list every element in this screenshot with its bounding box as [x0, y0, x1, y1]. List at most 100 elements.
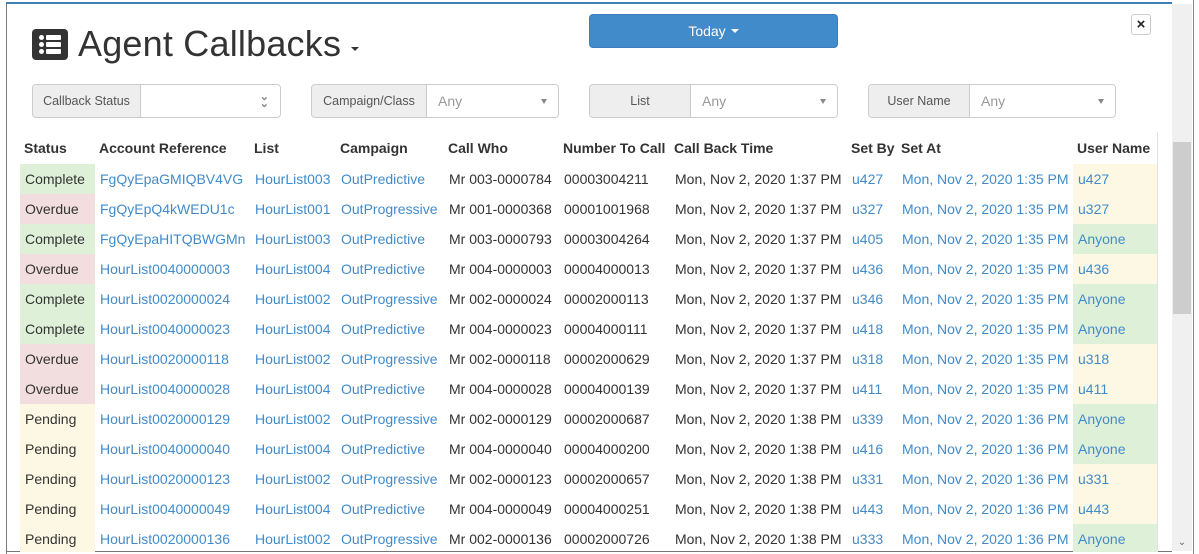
- cell-account-reference[interactable]: HourList0040000028: [95, 374, 250, 404]
- cell-campaign[interactable]: OutPredictive: [336, 254, 444, 284]
- cell-account-reference[interactable]: HourList0040000023: [95, 314, 250, 344]
- cell-campaign[interactable]: OutPredictive: [336, 374, 444, 404]
- cell-set-at[interactable]: Mon, Nov 2, 2020 1:35 PM: [897, 344, 1073, 374]
- cell-account-reference[interactable]: FgQyEpaHITQBWGMn: [95, 224, 250, 254]
- cell-campaign[interactable]: OutProgressive: [336, 524, 444, 552]
- cell-set-by[interactable]: u416: [847, 434, 897, 464]
- cell-set-by[interactable]: u339: [847, 404, 897, 434]
- column-header-number-to-call[interactable]: Number To Call: [559, 132, 670, 164]
- cell-account-reference[interactable]: HourList0020000129: [95, 404, 250, 434]
- callback-status-select[interactable]: ⌄ ⌄: [141, 85, 280, 117]
- table-row[interactable]: Pending HourList0020000136 HourList002 OutP…: [20, 524, 1158, 552]
- cell-set-at[interactable]: Mon, Nov 2, 2020 1:35 PM: [897, 374, 1073, 404]
- cell-list[interactable]: HourList004: [250, 494, 336, 524]
- cell-campaign[interactable]: OutProgressive: [336, 284, 444, 314]
- table-row[interactable]: Overdue HourList0040000003 HourList004 OutP…: [20, 254, 1158, 284]
- cell-campaign[interactable]: OutProgressive: [336, 464, 444, 494]
- cell-account-reference[interactable]: HourList0020000024: [95, 284, 250, 314]
- cell-set-by[interactable]: u436: [847, 254, 897, 284]
- cell-list[interactable]: HourList004: [250, 434, 336, 464]
- cell-set-at[interactable]: Mon, Nov 2, 2020 1:35 PM: [897, 254, 1073, 284]
- cell-user-name[interactable]: Anyone: [1073, 284, 1158, 314]
- cell-account-reference[interactable]: FgQyEpQ4kWEDU1c: [95, 194, 250, 224]
- cell-set-by[interactable]: u405: [847, 224, 897, 254]
- cell-set-by[interactable]: u331: [847, 464, 897, 494]
- cell-account-reference[interactable]: HourList0040000049: [95, 494, 250, 524]
- column-header-list[interactable]: List: [250, 132, 336, 164]
- column-header-campaign[interactable]: Campaign: [336, 132, 444, 164]
- cell-user-name[interactable]: Anyone: [1073, 314, 1158, 344]
- cell-account-reference[interactable]: HourList0020000123: [95, 464, 250, 494]
- cell-list[interactable]: HourList002: [250, 524, 336, 552]
- cell-set-at[interactable]: Mon, Nov 2, 2020 1:36 PM: [897, 494, 1073, 524]
- cell-set-at[interactable]: Mon, Nov 2, 2020 1:36 PM: [897, 464, 1073, 494]
- table-row[interactable]: Complete FgQyEpaGMIQBV4VG HourList003 OutPr…: [20, 164, 1158, 194]
- cell-user-name[interactable]: Anyone: [1073, 404, 1158, 434]
- table-row[interactable]: Complete HourList0040000023 HourList004 Out…: [20, 314, 1158, 344]
- table-row[interactable]: Overdue HourList0020000118 HourList002 OutP…: [20, 344, 1158, 374]
- cell-campaign[interactable]: OutProgressive: [336, 344, 444, 374]
- cell-list[interactable]: HourList002: [250, 404, 336, 434]
- table-row[interactable]: Complete HourList0020000024 HourList002 Out…: [20, 284, 1158, 314]
- cell-user-name[interactable]: u318: [1073, 344, 1158, 374]
- column-header-account-reference[interactable]: Account Reference: [95, 132, 250, 164]
- cell-set-by[interactable]: u333: [847, 524, 897, 552]
- table-row[interactable]: Pending HourList0020000123 HourList002 OutP…: [20, 464, 1158, 494]
- cell-campaign[interactable]: OutPredictive: [336, 224, 444, 254]
- cell-set-by[interactable]: u411: [847, 374, 897, 404]
- column-header-user-name[interactable]: User Name: [1073, 132, 1158, 164]
- cell-user-name[interactable]: u443: [1073, 494, 1158, 524]
- cell-user-name[interactable]: Anyone: [1073, 224, 1158, 254]
- cell-user-name[interactable]: u427: [1073, 164, 1158, 194]
- cell-set-by[interactable]: u418: [847, 314, 897, 344]
- cell-account-reference[interactable]: HourList0040000040: [95, 434, 250, 464]
- cell-set-at[interactable]: Mon, Nov 2, 2020 1:35 PM: [897, 314, 1073, 344]
- cell-set-at[interactable]: Mon, Nov 2, 2020 1:35 PM: [897, 164, 1073, 194]
- campaign-class-select[interactable]: Any: [427, 85, 558, 117]
- cell-campaign[interactable]: OutProgressive: [336, 404, 444, 434]
- cell-list[interactable]: HourList001: [250, 194, 336, 224]
- vertical-scrollbar[interactable]: ⌄: [1172, 4, 1192, 551]
- cell-set-at[interactable]: Mon, Nov 2, 2020 1:36 PM: [897, 404, 1073, 434]
- user-name-select[interactable]: Any: [970, 85, 1115, 117]
- cell-user-name[interactable]: u411: [1073, 374, 1158, 404]
- cell-campaign[interactable]: OutProgressive: [336, 194, 444, 224]
- scrollbar-thumb[interactable]: [1173, 142, 1191, 314]
- cell-set-at[interactable]: Mon, Nov 2, 2020 1:35 PM: [897, 284, 1073, 314]
- cell-campaign[interactable]: OutPredictive: [336, 314, 444, 344]
- cell-set-at[interactable]: Mon, Nov 2, 2020 1:35 PM: [897, 194, 1073, 224]
- cell-campaign[interactable]: OutPredictive: [336, 164, 444, 194]
- cell-list[interactable]: HourList003: [250, 164, 336, 194]
- cell-list[interactable]: HourList004: [250, 254, 336, 284]
- cell-set-at[interactable]: Mon, Nov 2, 2020 1:36 PM: [897, 524, 1073, 552]
- cell-set-at[interactable]: Mon, Nov 2, 2020 1:36 PM: [897, 434, 1073, 464]
- cell-set-at[interactable]: Mon, Nov 2, 2020 1:35 PM: [897, 224, 1073, 254]
- column-header-status[interactable]: Status: [20, 132, 95, 164]
- page-title-dropdown[interactable]: Agent Callbacks: [32, 22, 360, 66]
- cell-list[interactable]: HourList004: [250, 374, 336, 404]
- cell-user-name[interactable]: u436: [1073, 254, 1158, 284]
- cell-list[interactable]: HourList004: [250, 314, 336, 344]
- table-row[interactable]: Complete FgQyEpaHITQBWGMn HourList003 OutPr…: [20, 224, 1158, 254]
- cell-list[interactable]: HourList002: [250, 464, 336, 494]
- cell-list[interactable]: HourList002: [250, 284, 336, 314]
- column-header-set-at[interactable]: Set At: [897, 132, 1073, 164]
- cell-set-by[interactable]: u346: [847, 284, 897, 314]
- cell-account-reference[interactable]: HourList0020000118: [95, 344, 250, 374]
- column-header-call-back-time[interactable]: Call Back Time: [670, 132, 847, 164]
- table-row[interactable]: Overdue HourList0040000028 HourList004 OutP…: [20, 374, 1158, 404]
- cell-user-name[interactable]: u327: [1073, 194, 1158, 224]
- cell-account-reference[interactable]: HourList0040000003: [95, 254, 250, 284]
- cell-user-name[interactable]: Anyone: [1073, 434, 1158, 464]
- cell-set-by[interactable]: u318: [847, 344, 897, 374]
- table-row[interactable]: Pending HourList0020000129 HourList002 OutP…: [20, 404, 1158, 434]
- close-button[interactable]: ×: [1131, 14, 1151, 35]
- column-header-set-by[interactable]: Set By: [847, 132, 897, 164]
- table-row[interactable]: Pending HourList0040000049 HourList004 OutP…: [20, 494, 1158, 524]
- cell-set-by[interactable]: u327: [847, 194, 897, 224]
- cell-set-by[interactable]: u427: [847, 164, 897, 194]
- list-select[interactable]: Any: [691, 85, 837, 117]
- cell-list[interactable]: HourList002: [250, 344, 336, 374]
- scroll-down-arrow-icon[interactable]: ⌄: [1176, 538, 1188, 548]
- cell-campaign[interactable]: OutPredictive: [336, 494, 444, 524]
